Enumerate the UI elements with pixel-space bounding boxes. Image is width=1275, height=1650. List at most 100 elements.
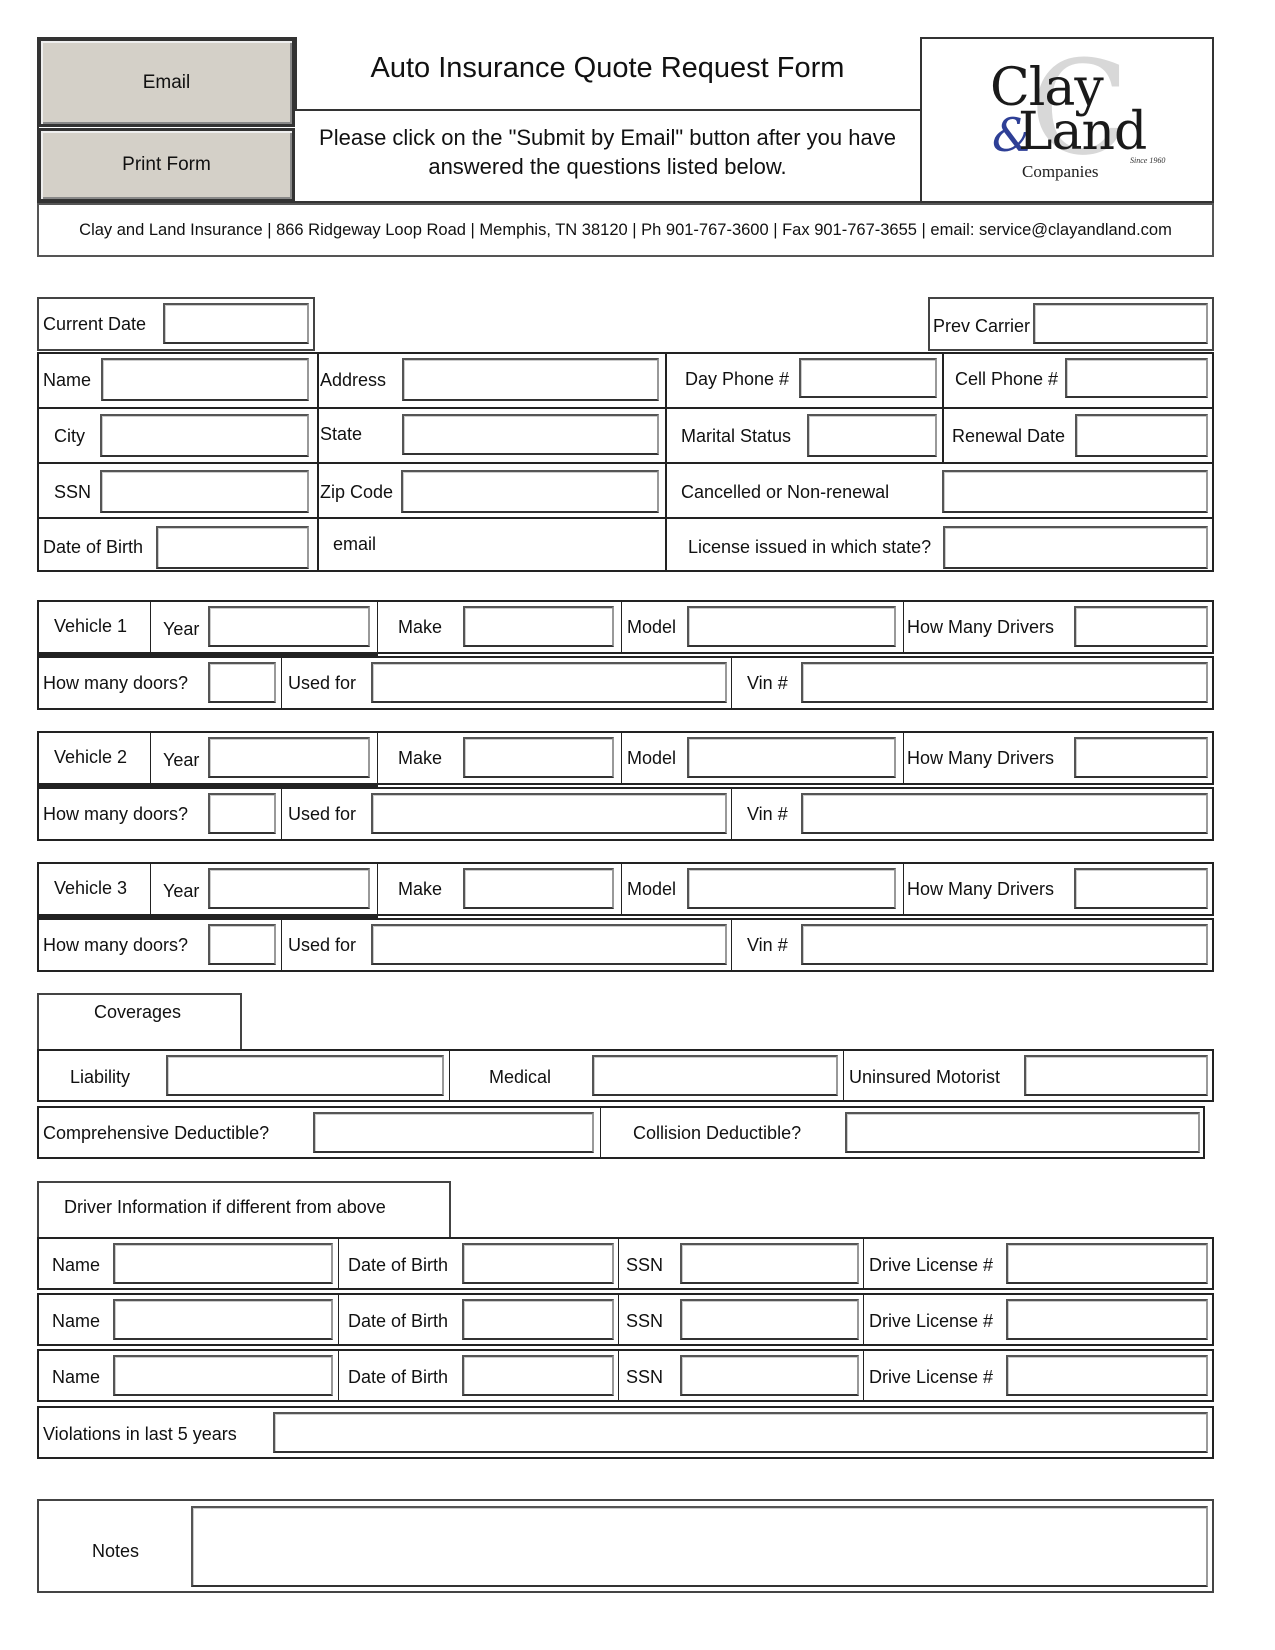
grid-divider [150, 862, 151, 918]
driver-1-name-field[interactable] [113, 1243, 333, 1284]
model-label: Model [627, 748, 677, 768]
notes-field[interactable] [191, 1506, 1208, 1587]
vehicle-1-make-field[interactable] [463, 606, 614, 647]
grid-divider [37, 462, 1214, 464]
driver-1-dob-field[interactable] [462, 1243, 614, 1284]
grid-divider [731, 656, 732, 710]
vin-label: Vin # [747, 935, 788, 955]
vehicle-title: Vehicle 1 [54, 616, 128, 636]
vin-label: Vin # [747, 673, 788, 693]
vehicle-title: Vehicle 3 [54, 878, 128, 898]
logo-since: Since 1960 [1130, 156, 1166, 165]
vehicle-1-drivers-field[interactable] [1074, 606, 1208, 647]
liability-label: Liability [70, 1067, 131, 1087]
license-state-field[interactable] [943, 526, 1208, 569]
vehicle-3-make-field[interactable] [463, 868, 614, 909]
grid-divider [281, 656, 282, 710]
comprehensive-field[interactable] [313, 1112, 594, 1153]
cell-phone-field[interactable] [1065, 358, 1208, 398]
vehicle-3-drivers-field[interactable] [1074, 868, 1208, 909]
current-date-label: Current Date [43, 314, 147, 334]
vehicle-3-used-for-field[interactable] [371, 924, 727, 965]
vehicle-3-vin-field[interactable] [801, 924, 1208, 965]
notes-label: Notes [92, 1541, 140, 1561]
dob-label: Date of Birth [43, 537, 144, 557]
vehicle-2-year-field[interactable] [208, 737, 370, 778]
grid-divider [618, 1349, 619, 1402]
marital-status-label: Marital Status [681, 426, 792, 446]
driver-1-ssn-field[interactable] [680, 1243, 859, 1284]
cancelled-field[interactable] [942, 470, 1208, 513]
driver-3-license-field[interactable] [1006, 1355, 1208, 1396]
uninsured-motorist-label: Uninsured Motorist [849, 1067, 1001, 1087]
company-logo: C Clay & Land Since 1960 Companies [990, 32, 1180, 190]
current-date-field[interactable] [163, 303, 309, 344]
grid-divider [863, 1237, 864, 1290]
vehicle-2-doors-field[interactable] [208, 793, 276, 834]
vehicle-1-vin-field[interactable] [801, 662, 1208, 703]
medical-field[interactable] [592, 1055, 838, 1096]
driver-2-license-field[interactable] [1006, 1299, 1208, 1340]
driver-license-label: Drive License # [869, 1255, 994, 1275]
city-field[interactable] [100, 414, 309, 457]
make-label: Make [398, 879, 443, 899]
grid-divider [37, 517, 1214, 519]
prev-carrier-field[interactable] [1033, 303, 1208, 344]
ssn-field[interactable] [100, 470, 309, 513]
renewal-date-field[interactable] [1075, 414, 1208, 457]
email-button[interactable]: Email [38, 38, 295, 127]
marital-status-field[interactable] [807, 414, 937, 457]
vehicle-3-doors-field[interactable] [208, 924, 276, 965]
collision-field[interactable] [845, 1112, 1200, 1153]
email-label: email [333, 534, 377, 554]
grid-divider [621, 862, 622, 916]
vehicle-2-used-for-field[interactable] [371, 793, 727, 834]
grid-divider [863, 1349, 864, 1402]
year-label: Year [163, 619, 200, 639]
vehicle-2-make-field[interactable] [463, 737, 614, 778]
driver-2-ssn-field[interactable] [680, 1299, 859, 1340]
logo-companies: Companies [1022, 162, 1099, 181]
driver-3-dob-field[interactable] [462, 1355, 614, 1396]
dob-field[interactable] [156, 526, 309, 569]
vehicle-1-used-for-field[interactable] [371, 662, 727, 703]
vehicle-1-doors-field[interactable] [208, 662, 276, 703]
grid-divider [903, 600, 904, 654]
vehicle-2-model-field[interactable] [687, 737, 896, 778]
driver-2-name-field[interactable] [113, 1299, 333, 1340]
vehicle-2-drivers-field[interactable] [1074, 737, 1208, 778]
prev-carrier-label: Prev Carrier [933, 316, 1031, 336]
year-label: Year [163, 881, 200, 901]
name-label: Name [43, 370, 92, 390]
print-form-button[interactable]: Print Form [38, 128, 295, 202]
vehicle-3-year-field[interactable] [208, 868, 370, 909]
grid-divider [903, 731, 904, 785]
doors-label: How many doors? [43, 935, 189, 955]
vehicle-2-vin-field[interactable] [801, 793, 1208, 834]
collision-label: Collision Deductible? [633, 1123, 802, 1143]
instructions-line-1: Please click on the "Submit by Email" bu… [319, 125, 896, 150]
driver-3-ssn-field[interactable] [680, 1355, 859, 1396]
violations-field[interactable] [273, 1412, 1208, 1453]
name-field[interactable] [101, 358, 309, 401]
uninsured-motorist-field[interactable] [1024, 1055, 1208, 1096]
driver-3-name-field[interactable] [113, 1355, 333, 1396]
violations-label: Violations in last 5 years [43, 1424, 237, 1444]
doors-label: How many doors? [43, 673, 189, 693]
day-phone-label: Day Phone # [685, 369, 790, 389]
vehicle-1-model-field[interactable] [687, 606, 896, 647]
zip-code-field[interactable] [401, 470, 659, 513]
driver-2-dob-field[interactable] [462, 1299, 614, 1340]
page-title: Auto Insurance Quote Request Form [370, 52, 845, 84]
state-field[interactable] [402, 414, 659, 455]
vehicle-3-model-field[interactable] [687, 868, 896, 909]
vehicle-1-year-field[interactable] [208, 606, 370, 647]
driver-name-label: Name [52, 1255, 101, 1275]
address-label: Address [320, 370, 387, 390]
model-label: Model [627, 617, 677, 637]
day-phone-field[interactable] [799, 358, 937, 398]
driver-license-label: Drive License # [869, 1367, 994, 1387]
liability-field[interactable] [166, 1055, 444, 1096]
address-field[interactable] [402, 358, 659, 401]
driver-1-license-field[interactable] [1006, 1243, 1208, 1284]
